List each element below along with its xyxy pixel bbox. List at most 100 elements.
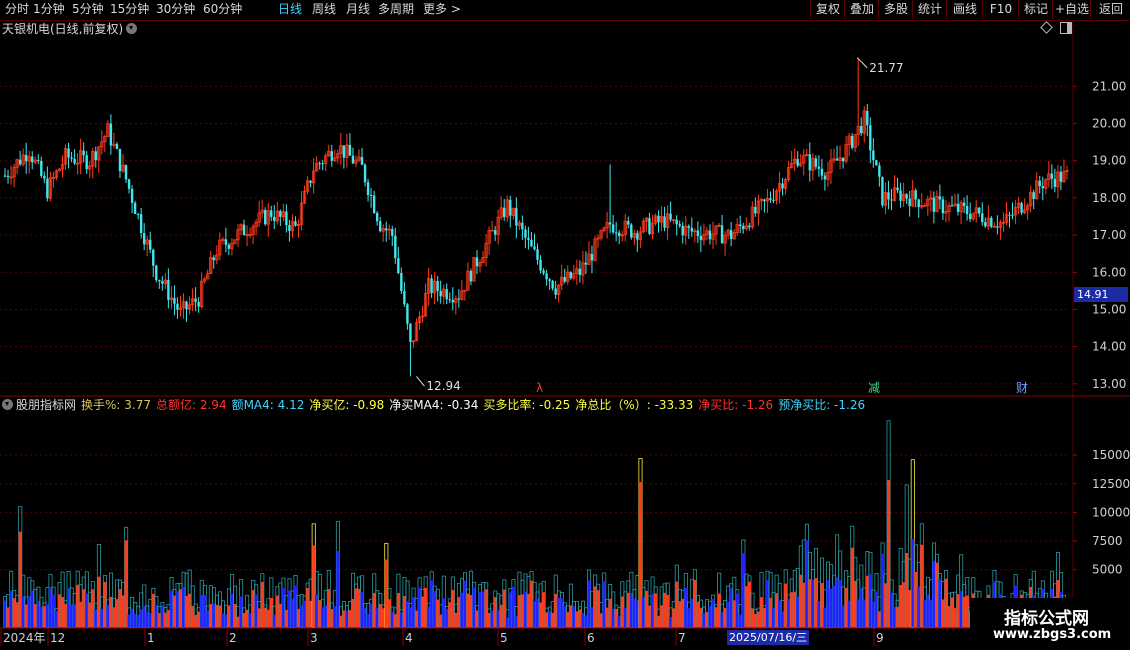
candle-body — [739, 224, 742, 226]
candle-body — [968, 214, 972, 219]
candle-body — [548, 279, 551, 281]
panel-toggle-icon[interactable] — [1060, 22, 1072, 34]
candle-body — [923, 205, 927, 207]
candle-body — [37, 160, 40, 162]
event-marker-1: 减 — [868, 381, 880, 395]
indicator-dropdown-icon[interactable] — [2, 399, 13, 410]
candle-body — [70, 157, 73, 159]
candle-body — [841, 157, 845, 162]
candle-body — [139, 214, 143, 234]
candle-body — [860, 126, 863, 134]
volume-series — [3, 420, 1070, 628]
candle-body — [932, 197, 936, 212]
candle-body — [675, 219, 678, 225]
indicator-value-8: 预净买比: -1.26 — [778, 398, 866, 412]
candle-body — [1032, 192, 1035, 199]
candle-body — [614, 232, 618, 234]
candle-body — [781, 183, 784, 189]
candle-body — [263, 210, 267, 225]
time-axis-label: 3 — [310, 631, 318, 645]
candle-body — [530, 239, 533, 247]
time-axis-label: 1 — [147, 631, 155, 645]
candle-body — [224, 239, 228, 245]
candle-body — [309, 180, 312, 183]
candle-body — [608, 222, 612, 225]
candle-body — [212, 257, 215, 261]
candle-body — [669, 213, 672, 220]
indicator-value-5: 买多比率: -0.25 — [483, 398, 571, 412]
indicator-value-2: 额MA4: 4.12 — [231, 398, 305, 412]
candle-body — [962, 202, 966, 207]
candle-body — [348, 145, 352, 156]
event-marker-2: 财 — [1016, 381, 1028, 395]
candle-body — [363, 164, 367, 183]
candle-body — [73, 158, 76, 164]
volume-axis-label: 12500 — [1092, 477, 1130, 491]
candle-body — [965, 206, 969, 215]
candle-body — [127, 179, 131, 189]
current-price-label: 14.91 — [1074, 287, 1128, 302]
candle-body — [872, 150, 875, 161]
candle-body — [369, 194, 373, 196]
chart-area: 21.77 12.94 21.00 20.00 19.00 18.00 17.00 16.0… — [0, 20, 1130, 650]
candle-body — [115, 144, 119, 149]
candle-body — [905, 194, 908, 199]
candle-body — [563, 277, 566, 282]
indicator-value-4: 净买MA4: -0.34 — [389, 398, 479, 412]
watermark-title: 指标公式网 — [1004, 609, 1089, 629]
candle-body — [342, 145, 346, 158]
price-axis-label: 15.00 — [1092, 302, 1126, 316]
candle-body — [823, 175, 827, 180]
candle-body — [584, 262, 588, 265]
candle-body — [1020, 203, 1023, 213]
candle-body — [94, 151, 97, 160]
title-dropdown-icon[interactable] — [126, 23, 138, 34]
candle-body — [40, 160, 43, 176]
candle-body — [742, 225, 745, 229]
candle-body — [887, 192, 890, 200]
candle-body — [1050, 173, 1054, 179]
candle-body — [372, 195, 376, 213]
candle-body — [533, 246, 536, 250]
candle-body — [636, 233, 639, 240]
candle-body — [956, 203, 960, 212]
candle-body — [878, 165, 881, 177]
indicator-value-1: 总额亿: 2.94 — [156, 398, 227, 412]
candle-body — [896, 187, 899, 191]
candle-body — [866, 110, 869, 126]
candle-body — [1038, 180, 1041, 187]
candle-body — [984, 222, 987, 227]
candle-body — [611, 224, 615, 233]
candle-body — [869, 125, 872, 151]
candle-body — [578, 268, 582, 275]
time-axis-label: 2024年 — [3, 631, 46, 645]
candle-body — [663, 216, 666, 228]
candle-body — [1053, 178, 1057, 187]
candle-body — [227, 244, 231, 249]
volume-axis-label: 5000 — [1092, 563, 1123, 577]
candle-body — [996, 226, 999, 228]
candle-body — [430, 278, 433, 293]
time-axis-label: 4 — [405, 631, 413, 645]
volume-axis-label: 7500 — [1092, 534, 1123, 548]
candle-body — [820, 168, 824, 176]
candle-body — [1041, 186, 1044, 189]
candle-body — [318, 163, 321, 165]
candle-body — [990, 217, 993, 227]
indicator-value-0: 换手%: 3.77 — [81, 398, 151, 412]
candle-body — [796, 159, 799, 166]
candle-body — [366, 182, 370, 195]
candle-body — [118, 148, 122, 171]
candle-body — [406, 304, 409, 324]
candle-body — [391, 229, 394, 236]
price-axis-label: 13.00 — [1092, 377, 1126, 391]
candle-body — [360, 157, 364, 165]
candle-body — [720, 225, 724, 244]
candle-body — [46, 178, 49, 199]
candle-body — [133, 202, 137, 214]
candle-body — [539, 259, 542, 271]
candle-body — [273, 216, 276, 221]
candle-body — [448, 299, 451, 301]
candle-body — [330, 151, 333, 161]
candle-body — [536, 249, 539, 260]
